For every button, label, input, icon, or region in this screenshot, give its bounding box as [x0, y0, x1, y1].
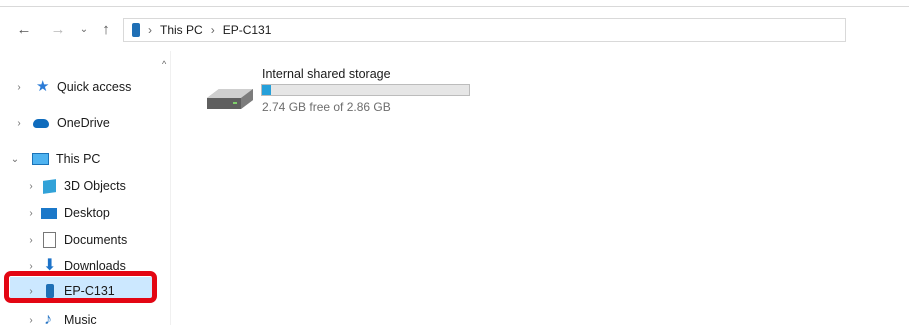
- nav-label: Desktop: [64, 206, 110, 220]
- chevron-right-icon[interactable]: ›: [25, 208, 37, 219]
- drive-free-space: 2.74 GB free of 2.86 GB: [262, 100, 391, 114]
- chevron-down-icon[interactable]: ⌄: [9, 154, 21, 165]
- nav-label: Quick access: [57, 80, 132, 94]
- nav-item-music[interactable]: › ♪ Music: [0, 308, 160, 332]
- chevron-right-icon[interactable]: ›: [25, 261, 37, 272]
- content-pane: Internal shared storage 2.74 GB free of …: [171, 51, 909, 325]
- monitor-icon: [32, 153, 49, 165]
- nav-item-3d-objects[interactable]: › 3D Objects: [0, 174, 160, 198]
- drive-name: Internal shared storage: [262, 67, 391, 81]
- nav-label: Documents: [64, 233, 128, 247]
- nav-item-documents[interactable]: › Documents: [0, 228, 160, 252]
- back-arrow-icon[interactable]: ←: [14, 19, 34, 39]
- breadcrumb-separator-icon[interactable]: ›: [211, 23, 215, 37]
- storage-usage-bar: [261, 84, 470, 96]
- chevron-right-icon[interactable]: ›: [25, 235, 37, 246]
- chevron-right-icon[interactable]: ›: [25, 181, 37, 192]
- phone-icon: [132, 23, 140, 37]
- document-icon: [43, 232, 56, 248]
- address-bar[interactable]: › This PC › EP-C131: [123, 18, 846, 42]
- annotation-highlight-box: [4, 271, 157, 303]
- breadcrumb-ep-c131[interactable]: EP-C131: [223, 23, 272, 37]
- desktop-icon: [41, 208, 57, 219]
- breadcrumb-this-pc[interactable]: This PC: [160, 23, 203, 37]
- navigation-pane: ^ › ★ Quick access › OneDrive ⌄ This PC …: [0, 51, 171, 328]
- forward-arrow-icon[interactable]: →: [48, 19, 68, 39]
- nav-item-onedrive[interactable]: › OneDrive: [0, 111, 160, 135]
- recent-locations-chevron-icon[interactable]: ⌄: [77, 19, 91, 39]
- cloud-icon: [33, 119, 49, 128]
- chevron-right-icon[interactable]: ›: [13, 82, 25, 93]
- drive-icon: [207, 89, 253, 109]
- star-icon: ★: [36, 78, 50, 95]
- nav-item-quick-access[interactable]: › ★ Quick access: [0, 75, 160, 99]
- window-top-edge: [0, 0, 909, 7]
- nav-label: This PC: [56, 152, 101, 166]
- nav-label: OneDrive: [57, 116, 110, 130]
- nav-item-desktop[interactable]: › Desktop: [0, 201, 160, 225]
- cube-icon: [43, 178, 56, 194]
- up-arrow-icon[interactable]: ↑: [96, 19, 116, 39]
- chevron-right-icon[interactable]: ›: [25, 315, 37, 326]
- nav-item-this-pc[interactable]: ⌄ This PC: [0, 147, 160, 171]
- nav-label: 3D Objects: [64, 179, 126, 193]
- breadcrumb-separator-icon[interactable]: ›: [148, 23, 152, 37]
- scroll-up-icon[interactable]: ^: [162, 59, 166, 69]
- navigation-toolbar: ← → ⌄ ↑ › This PC › EP-C131: [0, 7, 909, 51]
- chevron-right-icon[interactable]: ›: [13, 118, 25, 129]
- storage-usage-fill: [262, 85, 271, 95]
